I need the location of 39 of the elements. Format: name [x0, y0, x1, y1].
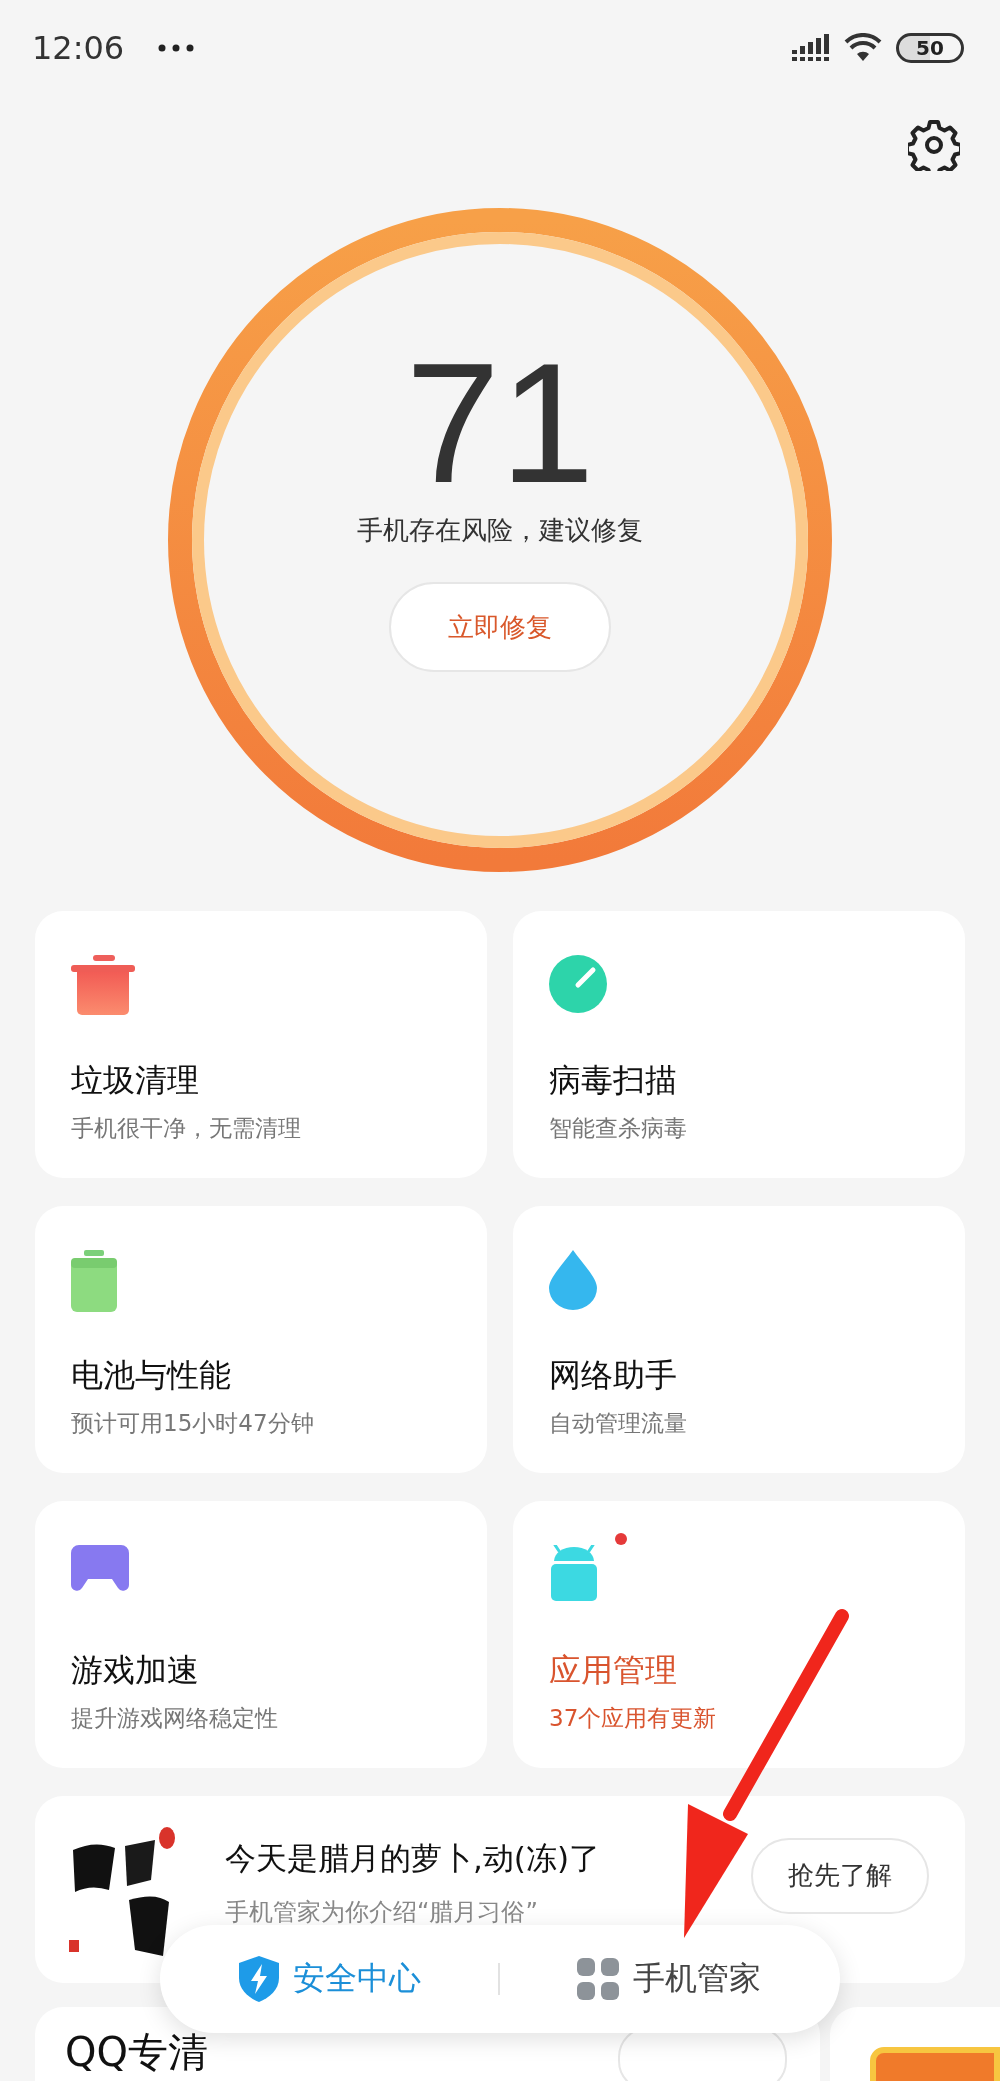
card-title: 网络助手: [549, 1355, 678, 1396]
gauge-icon: [549, 955, 607, 1013]
feature-card[interactable]: 垃圾清理 手机很干净，无需清理: [35, 911, 487, 1178]
risk-message: 手机存在风险，建议修复: [357, 514, 643, 547]
card-subtitle: 预计可用15小时47分钟: [71, 1409, 315, 1438]
card-subtitle: 智能查杀病毒: [549, 1114, 688, 1143]
card-title: 游戏加速: [71, 1650, 200, 1691]
android-icon: [549, 1545, 599, 1601]
card-subtitle: 自动管理流量: [549, 1409, 688, 1438]
card-subtitle: 37个应用有更新: [549, 1704, 718, 1733]
settings-icon[interactable]: [908, 119, 960, 171]
grid-icon: [577, 1958, 620, 2000]
promo-subtitle: 手机管家为你介绍“腊月习俗”: [225, 1897, 539, 1928]
status-time: 12:06: [32, 28, 125, 67]
battery-indicator: 50: [896, 32, 964, 63]
battery-icon: [71, 1250, 117, 1312]
feature-card[interactable]: 病毒扫描 智能查杀病毒: [513, 911, 965, 1178]
feature-card[interactable]: 电池与性能 预计可用15小时47分钟: [35, 1206, 487, 1473]
card-title: QQ专清: [65, 2028, 208, 2077]
bin-icon: [71, 955, 135, 1015]
feature-card[interactable]: 游戏加速 提升游戏网络稳定性: [35, 1501, 487, 1768]
more-icon: [158, 43, 195, 52]
feature-card[interactable]: 应用管理 37个应用有更新: [513, 1501, 965, 1768]
card-subtitle: 手机很干净，无需清理: [71, 1114, 302, 1143]
feature-card[interactable]: 网络助手 自动管理流量: [513, 1206, 965, 1473]
card-title: 电池与性能: [71, 1355, 232, 1396]
signal-icon: [792, 33, 830, 62]
score-value: 71: [405, 333, 595, 513]
gamepad-icon: [71, 1545, 129, 1591]
card-title: 垃圾清理: [71, 1060, 200, 1101]
wifi-icon: [844, 32, 882, 63]
promo-title: 今天是腊月的萝卜,动(冻)了: [225, 1839, 602, 1878]
water-drop-icon: [549, 1250, 597, 1310]
shield-icon: [238, 1956, 279, 2002]
learn-more-button[interactable]: 抢先了解: [751, 1837, 929, 1914]
card-title: 病毒扫描: [549, 1060, 678, 1101]
card-subtitle: 提升游戏网络稳定性: [71, 1704, 279, 1733]
fix-now-button[interactable]: 立即修复: [389, 582, 611, 672]
card-title: 应用管理: [549, 1650, 678, 1691]
